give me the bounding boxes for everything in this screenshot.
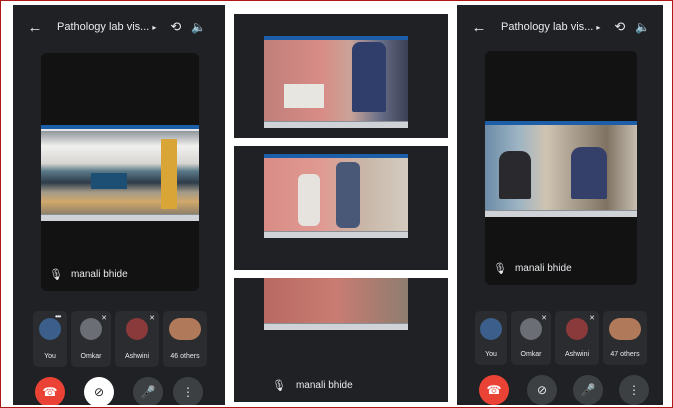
taskbar	[264, 121, 408, 128]
microphone-button[interactable]: 🎤	[573, 375, 603, 405]
participant-name: manali bhide	[70, 269, 128, 280]
top-bar: ← Pathology lab vis... ▸ ⟲ 🔈	[457, 5, 663, 49]
lab-scene-image	[264, 36, 408, 128]
middle-video-2	[234, 146, 448, 270]
shared-video-image	[41, 125, 199, 221]
avatar	[126, 318, 148, 340]
top-bar: ← Pathology lab vis... ▸ ⟲ 🔈	[13, 5, 225, 49]
window-titlebar	[264, 36, 408, 40]
participant-thumb-ashwini[interactable]: ✕ Ashwini	[115, 311, 159, 367]
more-dots-icon: •••	[55, 312, 61, 321]
shared-video-image	[485, 121, 637, 217]
avatar	[480, 318, 502, 340]
participant-thumb-you[interactable]: ••• You	[33, 311, 67, 367]
person-left	[499, 151, 531, 199]
person-right	[571, 147, 607, 199]
avatar	[80, 318, 102, 340]
sign-board	[91, 173, 127, 189]
participant-name: manali bhide	[295, 380, 353, 391]
taskbar	[485, 210, 637, 217]
middle-video-3: 🎙 manali bhide	[234, 278, 448, 402]
thumb-label: 47 others	[610, 351, 640, 358]
caret-right-icon[interactable]: ▸	[596, 23, 600, 32]
mic-off-icon: 🎙	[49, 269, 63, 281]
main-video-tile[interactable]: 🎙 manali bhide	[41, 53, 199, 291]
camera-toggle-button[interactable]: ⊘	[84, 377, 114, 405]
microphone-icon: 🎤	[580, 383, 596, 397]
person-figure	[352, 42, 386, 112]
thumb-label: Ashwini	[124, 353, 150, 360]
thumb-label: You	[485, 351, 497, 358]
lab-equipment	[284, 84, 324, 108]
taskbar	[41, 214, 199, 221]
thumb-label: Omkar	[520, 351, 542, 358]
back-arrow-icon[interactable]: ←	[21, 19, 49, 36]
end-call-button[interactable]: ☎	[35, 377, 65, 405]
meeting-title[interactable]: Pathology lab vis...	[501, 21, 593, 33]
phone-hangup-icon: ☎	[486, 383, 502, 397]
screenshot-frame: ← Pathology lab vis... ▸ ⟲ 🔈 🎙 manali bh…	[0, 0, 673, 408]
mic-off-icon: ✕	[541, 315, 547, 322]
window-titlebar	[264, 154, 408, 158]
camera-off-icon: ⊘	[93, 385, 105, 399]
microphone-icon: 🎤	[140, 385, 156, 399]
back-arrow-icon[interactable]: ←	[465, 19, 493, 36]
mic-off-icon: ✕	[101, 315, 107, 322]
middle-video-1	[234, 14, 448, 138]
meeting-title[interactable]: Pathology lab vis...	[57, 21, 149, 33]
participant-thumb-omkar[interactable]: ✕ Omkar	[71, 311, 111, 367]
taskbar	[264, 323, 408, 330]
speaker-icon[interactable]: 🔈	[635, 20, 650, 34]
participant-thumb-others[interactable]: 47 others	[603, 311, 647, 365]
switch-camera-icon[interactable]: ⟲	[170, 19, 181, 35]
main-video-tile[interactable]: 🎙 manali bhide	[485, 51, 637, 285]
participant-thumb-others[interactable]: 46 others	[163, 311, 207, 367]
more-vertical-icon: ⋮	[628, 383, 640, 397]
mic-off-icon: ✕	[149, 315, 155, 322]
thumb-label: Ashwini	[564, 351, 590, 358]
camera-toggle-button[interactable]: ⊘	[527, 375, 557, 405]
speaker-icon[interactable]: 🔈	[191, 20, 206, 34]
curtain	[161, 139, 177, 209]
caret-right-icon[interactable]: ▸	[152, 23, 156, 32]
phone-hangup-icon: ☎	[42, 385, 58, 399]
mic-off-icon: 🎙	[493, 263, 507, 275]
switch-camera-icon[interactable]: ⟲	[614, 19, 625, 35]
end-call-button[interactable]: ☎	[479, 375, 509, 405]
more-options-button[interactable]: ⋮	[173, 377, 203, 405]
participant-name: manali bhide	[514, 263, 572, 274]
avatar	[39, 318, 61, 340]
right-meet-panel: ← Pathology lab vis... ▸ ⟲ 🔈 🎙 manali bh…	[457, 5, 663, 405]
more-vertical-icon: ⋮	[182, 385, 194, 399]
avatar	[566, 318, 588, 340]
camera-off-icon: ⊘	[536, 383, 548, 397]
avatar-group	[169, 318, 201, 340]
thumb-label: You	[44, 353, 56, 360]
more-options-button[interactable]: ⋮	[619, 375, 649, 405]
thumb-label: 46 others	[170, 353, 200, 360]
mic-off-icon: 🎙	[272, 380, 286, 392]
mic-off-icon: ✕	[589, 315, 595, 322]
thumb-label: Omkar	[80, 353, 102, 360]
left-meet-panel: ← Pathology lab vis... ▸ ⟲ 🔈 🎙 manali bh…	[13, 5, 225, 405]
lab-scene-image	[264, 278, 408, 330]
microphone-button[interactable]: 🎤	[133, 377, 163, 405]
avatar-group	[609, 318, 641, 340]
participant-thumb-omkar[interactable]: ✕ Omkar	[511, 311, 551, 365]
avatar	[520, 318, 542, 340]
person-standing	[336, 162, 360, 228]
window-titlebar	[41, 125, 199, 129]
participant-thumb-you[interactable]: You	[475, 311, 507, 365]
participant-thumb-ashwini[interactable]: ✕ Ashwini	[555, 311, 599, 365]
person-seated	[298, 174, 320, 226]
window-titlebar	[485, 121, 637, 125]
lab-scene-image	[264, 154, 408, 238]
taskbar	[264, 231, 408, 238]
